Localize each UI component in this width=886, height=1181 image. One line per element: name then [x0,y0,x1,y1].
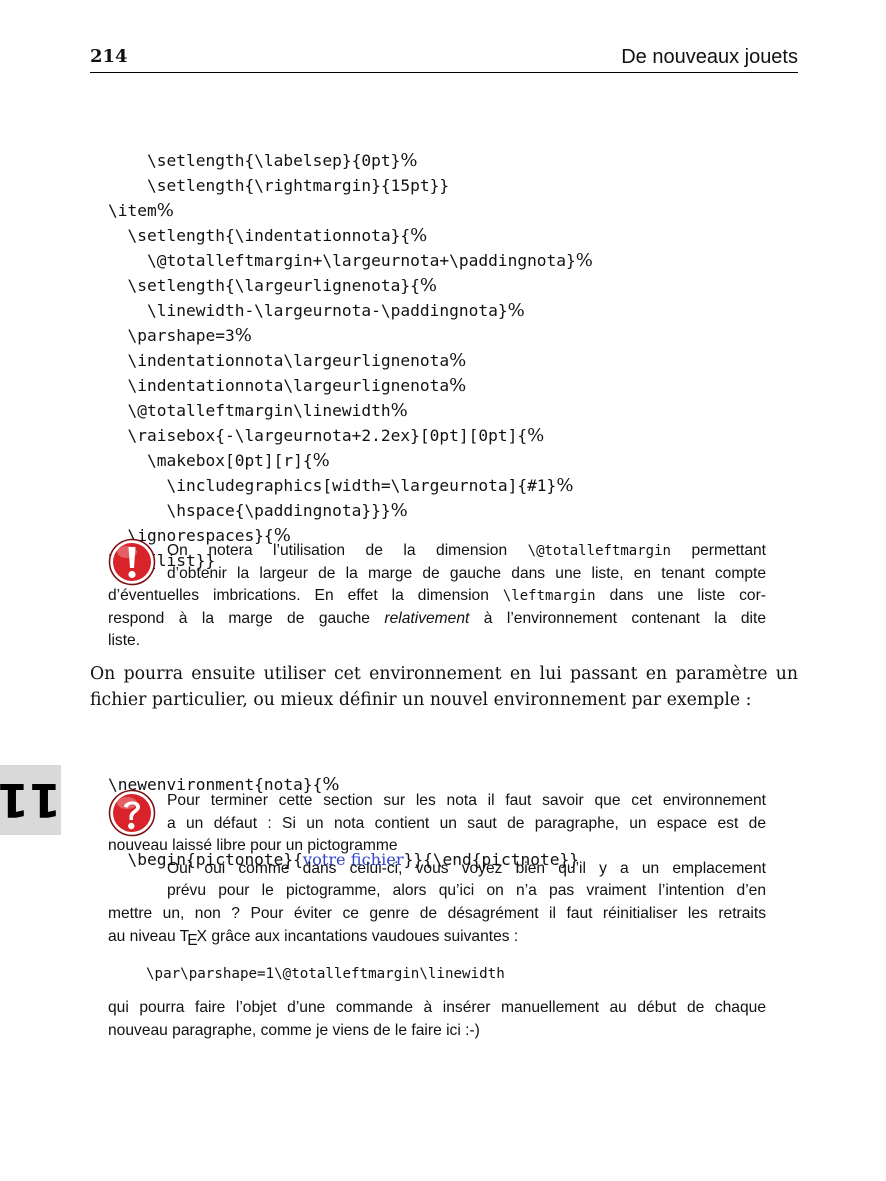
code-line: \raisebox{-\largeurnota+2.2ex}[0pt][0pt]… [108,425,545,446]
chapter-tab-number: 11 [0,773,61,827]
note-line: prévu pour le pictogramme, alors qu’ici … [167,882,766,900]
code-line: \setlength{\largeurlignenota}{% [108,275,437,296]
code-line: \indentationnota\largeurlignenota% [108,350,467,371]
code-line: \linewidth-\largeurnota-\paddingnota}% [108,300,525,321]
code-line: \hspace{\paddingnota}}}% [108,500,408,521]
note-line: qui pourra faire l’objet d’une commande … [108,999,766,1016]
note-line: a un défaut : Si un nota contient un sau… [167,814,766,832]
body-line: On pourra ensuite utiliser cet environne… [90,664,798,684]
code-line: \setlength{\indentationnota}{% [108,225,428,246]
note-line: d’éventuelles imbrications. En effet la … [108,587,766,605]
code-line: \setlength{\labelsep}{0pt}% [108,150,418,171]
code-line: \parshape=3% [108,325,252,346]
chapter-tab: 11 [0,765,61,835]
code-line-parshape: \par\parshape=1\@totalleftmargin\linewid… [146,966,505,982]
code-line: \setlength{\rightmargin}{15pt}} [108,176,450,195]
header-rule [90,72,798,73]
code-line: \item% [108,200,174,221]
note-totalleftmargin: On notera l’utilisation de la dimension … [108,540,766,653]
note-line: respond à la marge de gauche relativemen… [108,609,766,627]
note-line: au niveau TEX grâce aux incantations vau… [108,927,519,949]
note-line: mettre un, non ? Pour éviter ce genre de… [108,904,766,922]
page-number: 214 [90,46,128,67]
code-block-macro-definition: \setlength{\labelsep}{0pt}% \setlength{\… [108,98,593,598]
body-line: fichier particulier, ou mieux définir un… [90,690,752,710]
code-line: \makebox[0pt][r]{% [108,450,330,471]
note-parshape: Pour terminer cette section sur les nota… [108,790,766,949]
code-line: \includegraphics[width=\largeurnota]{#1}… [108,475,574,496]
note-line: Pour terminer cette section sur les nota… [167,792,766,809]
note-line: liste. [108,632,141,650]
note-line: d’obtenir la largeur de la marge de gauc… [167,564,766,582]
code-line: \indentationnota\largeurlignenota% [108,375,467,396]
note-line: nouveau paragraphe, comme je viens de le… [108,1021,480,1039]
body-paragraph: On pourra ensuite utiliser cet environne… [90,661,798,713]
note-line: Oui oui comme dans celui-ci, vous voyez … [167,859,766,877]
note-line: On notera l’utilisation de la dimension … [167,542,766,559]
code-line: \@totalleftmargin\linewidth% [108,400,408,421]
note-line: nouveau laissé libre pour un pictogramme [108,837,398,855]
note-parshape-conclusion: qui pourra faire l’objet d’une commande … [108,997,766,1042]
code-line: \@totalleftmargin+\largeurnota+\paddingn… [108,250,593,271]
running-title: De nouveaux jouets [621,46,798,68]
